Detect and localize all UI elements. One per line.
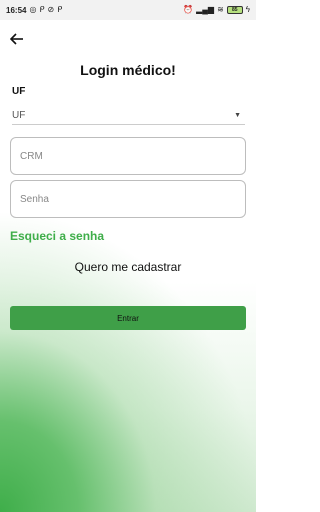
status-left: 16:54 ◎ ᑭ ⊘ ᑭ	[6, 6, 62, 15]
dropdown-caret-icon: ▼	[234, 112, 241, 119]
password-input[interactable]: Senha	[10, 180, 246, 218]
crm-input[interactable]: CRM	[10, 137, 246, 175]
password-placeholder: Senha	[20, 193, 49, 205]
page-title: Login médico!	[80, 62, 176, 78]
whatsapp-icon: ◎	[29, 5, 37, 14]
charging-icon: ϟ	[245, 5, 250, 14]
uf-select-value: UF	[12, 110, 26, 121]
battery-icon: 85	[226, 6, 243, 14]
login-screen: Login médico! UF UF ▼ CRM Senha Esqueci …	[0, 20, 256, 512]
uf-label: UF	[12, 86, 26, 97]
login-button[interactable]: Entrar	[10, 306, 246, 330]
status-time: 16:54	[6, 5, 27, 15]
p-notification-icon: ᑭ	[57, 5, 63, 14]
arrow-left-icon	[10, 33, 23, 45]
signal-icon: ▂▄▆	[196, 5, 215, 14]
back-button[interactable]	[8, 30, 26, 48]
alarm-icon: ⏰	[183, 5, 194, 14]
status-right: ⏰ ▂▄▆ ≋ 85 ϟ	[183, 6, 250, 14]
login-button-label: Entrar	[117, 313, 139, 323]
forgot-password-link[interactable]: Esqueci a senha	[10, 229, 104, 243]
register-link[interactable]: Quero me cadastrar	[0, 260, 256, 274]
wifi-icon: ≋	[217, 5, 224, 14]
crm-placeholder: CRM	[20, 150, 43, 162]
p-notification-icon: ᑭ	[39, 5, 45, 14]
compass-icon: ⊘	[47, 5, 55, 14]
status-bar: 16:54 ◎ ᑭ ⊘ ᑭ ⏰ ▂▄▆ ≋ 85 ϟ	[0, 0, 256, 20]
uf-select[interactable]: UF ▼	[12, 107, 245, 125]
